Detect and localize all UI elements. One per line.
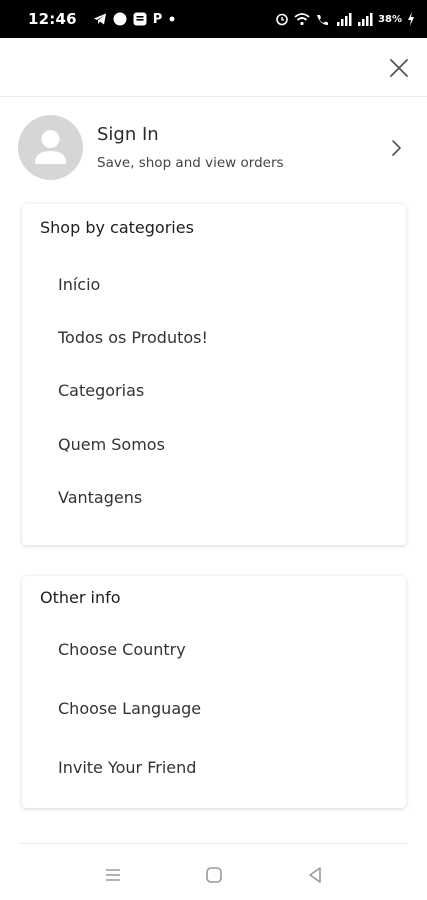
categories-card: Shop by categories Início Todos os Produ… — [22, 204, 406, 545]
telegram-icon — [93, 12, 107, 26]
status-left: 12:46 P — [28, 10, 176, 28]
sign-in-title: Sign In — [97, 124, 159, 145]
menu-item-invite-your-friend[interactable]: Invite Your Friend — [58, 758, 196, 777]
dot-icon — [168, 15, 176, 23]
menu-item-choose-country[interactable]: Choose Country — [58, 640, 186, 659]
menu-item-todos-os-produtos[interactable]: Todos os Produtos! — [58, 328, 208, 347]
person-icon — [35, 130, 66, 164]
system-navbar — [0, 855, 427, 895]
menu-item-inicio[interactable]: Início — [58, 275, 100, 294]
p-icon: P — [152, 11, 163, 27]
home-icon[interactable] — [204, 865, 224, 885]
sign-in-subtitle: Save, shop and view orders — [97, 155, 284, 171]
sign-in-row[interactable]: Sign In Save, shop and view orders — [18, 112, 413, 184]
app-icon — [133, 12, 147, 26]
menu-item-vantagens[interactable]: Vantagens — [58, 488, 142, 507]
status-bar: 12:46 P 38% — [0, 0, 427, 38]
recents-icon[interactable] — [103, 865, 123, 885]
volte-icon — [315, 12, 331, 26]
battery-icon — [407, 12, 415, 26]
other-info-card: Other info Choose Country Choose Languag… — [22, 576, 406, 808]
chevron-right-icon — [389, 138, 403, 158]
close-icon[interactable] — [387, 56, 411, 80]
messenger-icon — [113, 12, 127, 26]
status-time: 12:46 — [28, 10, 77, 28]
back-icon[interactable] — [305, 865, 325, 885]
signal-icon — [336, 12, 352, 26]
bottom-divider — [18, 843, 408, 844]
status-right: 38% — [275, 12, 415, 26]
drawer-header — [0, 38, 427, 97]
menu-item-categorias[interactable]: Categorias — [58, 381, 144, 400]
other-info-title: Other info — [40, 588, 121, 607]
wifi-icon — [294, 12, 310, 26]
signal-icon — [357, 12, 373, 26]
categories-title: Shop by categories — [40, 218, 194, 237]
menu-item-quem-somos[interactable]: Quem Somos — [58, 435, 165, 454]
battery-percent: 38% — [378, 13, 402, 25]
avatar — [18, 115, 83, 180]
alarm-icon — [275, 12, 289, 26]
menu-item-choose-language[interactable]: Choose Language — [58, 699, 201, 718]
